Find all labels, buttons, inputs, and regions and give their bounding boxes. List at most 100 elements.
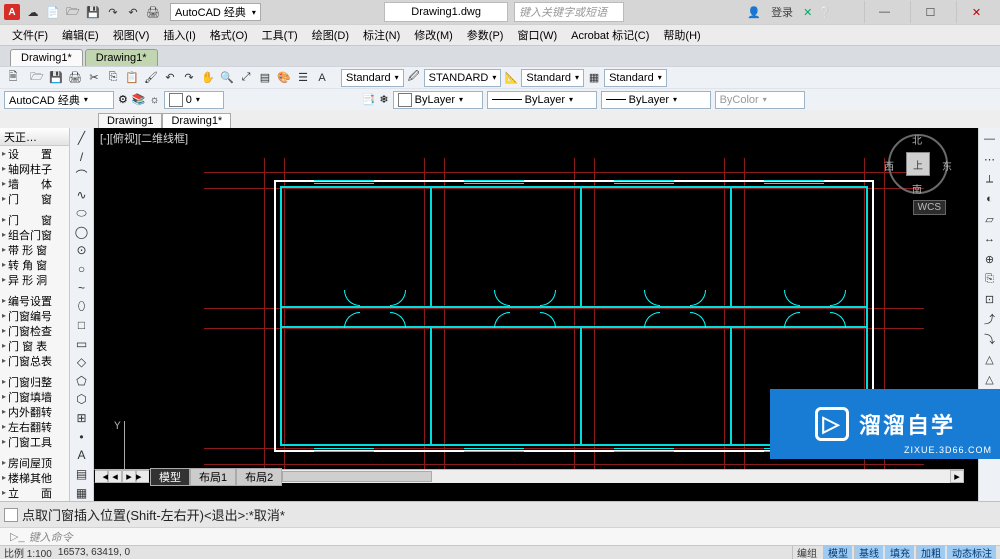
draw-tool-13[interactable]: ⬠ xyxy=(73,373,91,390)
copy-icon[interactable]: ⎘ xyxy=(104,69,122,87)
file-tab-0[interactable]: Drawing1* xyxy=(10,49,83,66)
status-baseline[interactable]: 基线 xyxy=(854,545,883,559)
draw-tool-6[interactable]: ⊙ xyxy=(73,242,91,259)
draw-tool-14[interactable]: ⬡ xyxy=(73,391,91,408)
status-scale[interactable]: 比例 1:100 xyxy=(4,545,52,559)
draw-tool-9[interactable]: ⬯ xyxy=(73,298,91,315)
qat-redo-icon[interactable]: ↷ xyxy=(104,3,122,21)
modify-tool-5[interactable]: ↔ xyxy=(981,230,999,248)
palette-item-3[interactable]: 门 窗 xyxy=(0,191,69,206)
h-scrollbar[interactable] xyxy=(282,470,950,483)
palette-item-8[interactable]: 转 角 窗 xyxy=(0,257,69,272)
paste-icon[interactable]: 📋 xyxy=(123,69,141,87)
layout-prev-button[interactable]: ◂ xyxy=(108,470,122,483)
gear-icon[interactable]: ⚙ xyxy=(118,93,128,106)
viewcube[interactable]: 上 北 南 东 西 xyxy=(888,134,948,194)
draw-tool-16[interactable]: • xyxy=(73,428,91,445)
workspace-dropdown[interactable]: AutoCAD 经典 ▾ xyxy=(170,3,261,21)
palette-item-13[interactable]: 门窗检查 xyxy=(0,323,69,338)
h-scroll-right[interactable]: ▸ xyxy=(950,470,964,483)
command-toggle-icon[interactable] xyxy=(4,508,18,522)
layer-dropdown[interactable]: 0▾ xyxy=(164,91,224,109)
open-icon[interactable]: 🗁 xyxy=(28,69,46,87)
palette-item-25[interactable]: 立 面 xyxy=(0,485,69,500)
draw-tool-7[interactable]: ○ xyxy=(73,261,91,278)
doc-tab-1[interactable]: Drawing1* xyxy=(162,113,231,128)
redo-icon[interactable]: ↷ xyxy=(180,69,198,87)
modify-tool-1[interactable]: ⋯ xyxy=(981,150,999,168)
document-title-tab[interactable]: Drawing1.dwg xyxy=(384,2,508,22)
palette-item-23[interactable]: 房间屋顶 xyxy=(0,455,69,470)
zoom-window-icon[interactable]: ⤢ xyxy=(237,69,255,87)
login-icon[interactable]: 👤 xyxy=(747,6,761,19)
palette-item-18[interactable]: 门窗填墙 xyxy=(0,389,69,404)
draw-tool-18[interactable]: ▤ xyxy=(73,466,91,483)
layer-freeze-icon[interactable]: ❄ xyxy=(379,93,388,106)
sun-icon[interactable]: ☼ xyxy=(150,94,160,106)
cut-icon[interactable]: ✂ xyxy=(85,69,103,87)
palette-item-11[interactable]: 编号设置 xyxy=(0,293,69,308)
textstyle-dropdown[interactable]: Standard▾ xyxy=(341,69,404,87)
modify-tool-12[interactable]: △ xyxy=(981,370,999,388)
palette-item-17[interactable]: 门窗归整 xyxy=(0,374,69,389)
viewcube-top[interactable]: 上 xyxy=(906,152,930,176)
layer-icon[interactable]: 📚 xyxy=(132,93,146,106)
exchange-icon[interactable]: ✕ xyxy=(803,6,812,19)
menu-parametric[interactable]: 参数(P) xyxy=(461,25,510,45)
modify-tool-3[interactable]: ◐ xyxy=(981,190,999,208)
qat-undo-icon[interactable]: ↶ xyxy=(124,3,142,21)
draw-tool-3[interactable]: ∿ xyxy=(73,186,91,203)
new-icon[interactable]: 🗎 xyxy=(4,69,22,87)
draw-tool-12[interactable]: ◇ xyxy=(73,354,91,371)
status-group[interactable]: 编组 xyxy=(792,545,821,559)
layer-states-icon[interactable]: 📑 xyxy=(362,93,376,106)
sheet-icon[interactable]: ▤ xyxy=(256,69,274,87)
palette-icon[interactable]: 🎨 xyxy=(275,69,293,87)
wcs-label[interactable]: WCS xyxy=(913,200,946,215)
modify-tool-9[interactable]: ⤴ xyxy=(981,310,999,328)
zoom-icon[interactable]: 🔍 xyxy=(218,69,236,87)
draw-tool-10[interactable]: □ xyxy=(73,317,91,334)
draw-tool-15[interactable]: ⊞ xyxy=(73,410,91,427)
draw-tool-19[interactable]: ▦ xyxy=(73,484,91,501)
minimize-button[interactable]: — xyxy=(864,1,904,23)
layout-tab-2[interactable]: 布局2 xyxy=(236,468,282,486)
close-button[interactable]: ✕ xyxy=(956,1,996,23)
qat-new-icon[interactable]: 📄 xyxy=(44,3,62,21)
qat-cloud-icon[interactable]: ☁ xyxy=(24,3,42,21)
modify-tool-8[interactable]: ⊡ xyxy=(981,290,999,308)
linetype-dropdown[interactable]: ByLayer▾ xyxy=(487,91,597,109)
layout-last-button[interactable]: ▸▕ xyxy=(136,470,150,483)
layout-first-button[interactable]: ▏◂ xyxy=(94,470,108,483)
modify-tool-7[interactable]: ⎘ xyxy=(981,270,999,288)
help-icon[interactable]: ❔ xyxy=(818,6,832,19)
menu-modify[interactable]: 修改(M) xyxy=(408,25,459,45)
palette-item-0[interactable]: 设 置 xyxy=(0,146,69,161)
modify-tool-4[interactable]: ▱ xyxy=(981,210,999,228)
palette-item-7[interactable]: 带 形 窗 xyxy=(0,242,69,257)
qat-print-icon[interactable]: 🖨 xyxy=(144,3,162,21)
palette-item-15[interactable]: 门窗总表 xyxy=(0,353,69,368)
draw-tool-11[interactable]: ▭ xyxy=(73,335,91,352)
qat-open-icon[interactable]: 🗁 xyxy=(64,3,82,21)
tablestyle-btn[interactable]: ▦ xyxy=(585,69,603,87)
maximize-button[interactable]: ☐ xyxy=(910,1,950,23)
modify-tool-11[interactable]: △ xyxy=(981,350,999,368)
modify-tool-2[interactable]: ⟂ xyxy=(981,170,999,188)
status-dyn[interactable]: 动态标注 xyxy=(947,545,996,559)
save-icon[interactable]: 💾 xyxy=(47,69,65,87)
login-label[interactable]: 登录 xyxy=(767,4,797,20)
props-icon[interactable]: ☰ xyxy=(294,69,312,87)
modify-tool-0[interactable]: — xyxy=(981,130,999,148)
palette-item-24[interactable]: 楼梯其他 xyxy=(0,470,69,485)
palette-item-1[interactable]: 轴网柱子 xyxy=(0,161,69,176)
plotstyle-dropdown[interactable]: ByColor▾ xyxy=(715,91,805,109)
file-tab-1[interactable]: Drawing1* xyxy=(85,49,158,66)
viewport-label[interactable]: [-][俯视][二维线框] xyxy=(100,130,188,146)
menu-file[interactable]: 文件(F) xyxy=(6,25,54,45)
match-icon[interactable]: 🖌 xyxy=(142,69,160,87)
draw-tool-1[interactable]: / xyxy=(73,149,91,166)
palette-item-19[interactable]: 内外翻转 xyxy=(0,404,69,419)
help-search-input[interactable]: 键入关键字或短语 xyxy=(514,2,624,22)
command-history[interactable]: 点取门窗插入位置(Shift-左右开)<退出>:*取消* xyxy=(0,501,1000,527)
